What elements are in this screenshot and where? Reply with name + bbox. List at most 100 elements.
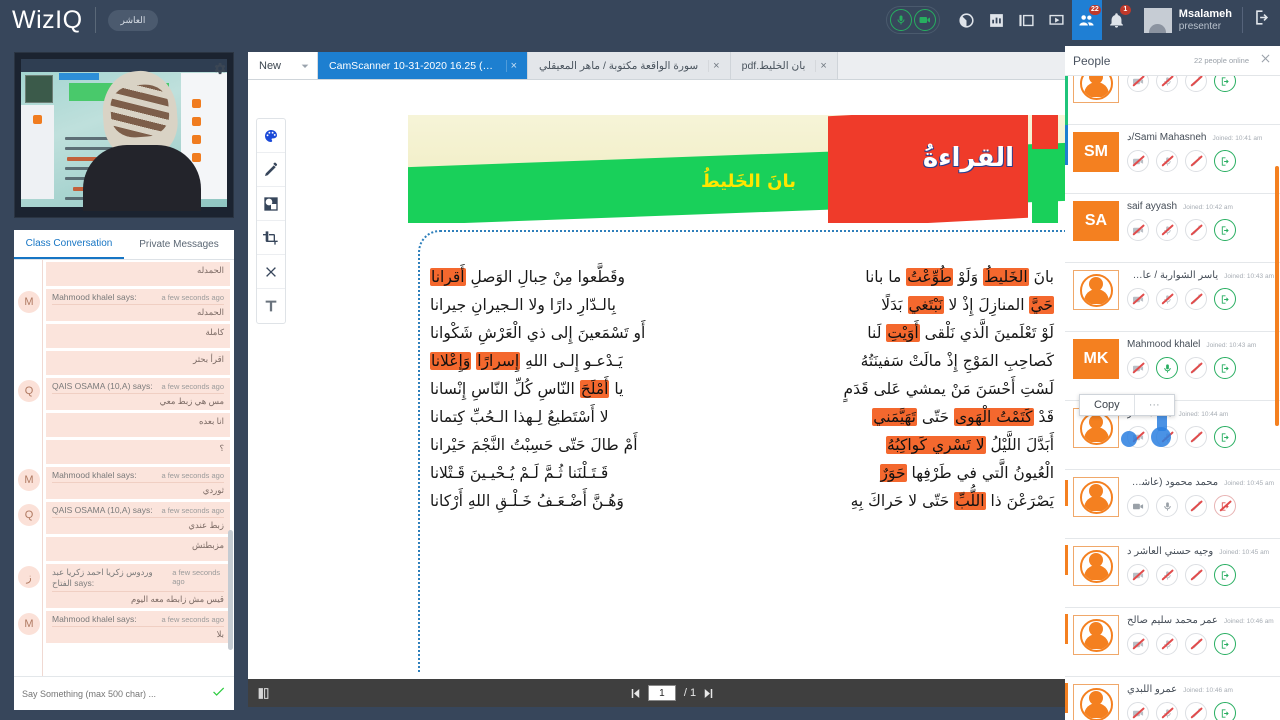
pencil-toggle-button[interactable] <box>1185 76 1207 92</box>
pen-tool-button[interactable] <box>257 153 285 187</box>
microphone-toggle-button[interactable] <box>1156 357 1178 379</box>
close-people-panel-button[interactable] <box>1259 52 1272 70</box>
exit-toggle-button[interactable] <box>1214 219 1236 241</box>
notifications-button[interactable]: 1 <box>1102 0 1132 40</box>
document-tab-2[interactable]: سورة الواقعة مكتوبة / ماهر المعيقلي × <box>528 52 731 79</box>
message-bubble: Mahmood khalel says: a few seconds ago الح… <box>46 289 230 321</box>
camera-toggle-button[interactable] <box>1127 357 1149 379</box>
camera-toggle-button[interactable] <box>1127 150 1149 172</box>
page-number-input[interactable] <box>647 685 676 701</box>
pencil-toggle-button[interactable] <box>1185 426 1207 448</box>
pencil-toggle-button[interactable] <box>1185 357 1207 379</box>
crop-tool-button[interactable] <box>257 221 285 255</box>
context-menu-copy[interactable]: Copy <box>1080 395 1134 415</box>
screen-share-button[interactable] <box>1042 0 1072 40</box>
document-tab-3[interactable]: بان الخليط.pdf × <box>730 52 838 79</box>
polls-button[interactable] <box>982 0 1012 40</box>
new-tab-dropdown[interactable] <box>292 52 319 79</box>
pencil-toggle-button[interactable] <box>1185 564 1207 586</box>
text-tool-button[interactable] <box>257 289 285 323</box>
participant-row[interactable]: MK Mahmood khalel Joined: 10:43 am Copy ··· <box>1065 332 1280 416</box>
logout-button[interactable] <box>1253 8 1272 32</box>
exit-toggle-button[interactable] <box>1214 357 1236 379</box>
exit-toggle-button[interactable] <box>1214 702 1236 720</box>
new-tab-button[interactable]: New <box>248 52 293 79</box>
participant-row[interactable]: عمرو اللبدي Joined: 10:46 am <box>1065 677 1280 720</box>
layout-button[interactable] <box>1012 0 1042 40</box>
exit-toggle-button[interactable] <box>1214 76 1236 92</box>
send-button[interactable] <box>211 684 226 704</box>
document-page[interactable]: القراءةُ بانَ الخَليطُ بانَ الخَليطُ وَل… <box>408 80 1066 679</box>
pencil-toggle-button[interactable] <box>1185 633 1207 655</box>
exit-icon <box>1221 156 1229 166</box>
pen-icon <box>265 162 278 176</box>
camera-toggle-button[interactable] <box>1127 564 1149 586</box>
camera-toggle-button[interactable] <box>1127 219 1149 241</box>
chat-scrollbar[interactable] <box>228 530 233 650</box>
user-profile[interactable]: Msalameh presenter <box>1143 7 1232 33</box>
microphone-toggle-button[interactable] <box>1156 76 1178 92</box>
verse-second-hemistich: وقَطَّعوا مِنْ حِبالِ الوَصلِ أَقرانا <box>430 268 626 286</box>
close-icon[interactable]: × <box>505 59 521 72</box>
participant-row[interactable] <box>1065 76 1280 140</box>
palette-tool-button[interactable] <box>257 119 285 153</box>
context-menu-more[interactable]: ··· <box>1133 395 1174 415</box>
participant-list[interactable]: SM Sami Mahasneh/د Joined: 10:41 am SA saif … <box>1065 76 1280 720</box>
timer-button[interactable] <box>952 0 982 40</box>
microphone-toggle-button[interactable] <box>1156 288 1178 310</box>
camera-toggle-button[interactable] <box>913 9 936 31</box>
camera-toggle-button[interactable] <box>1127 633 1149 655</box>
clear-tool-button[interactable] <box>257 255 285 289</box>
participant-row[interactable]: SM Sami Mahasneh/د Joined: 10:41 am <box>1065 125 1280 194</box>
pencil-toggle-button[interactable] <box>1185 702 1207 720</box>
microphone-toggle-button[interactable] <box>1156 633 1178 655</box>
microphone-toggle-button[interactable] <box>1156 495 1178 517</box>
microphone-toggle-button[interactable] <box>1156 564 1178 586</box>
people-button[interactable]: 22 <box>1071 0 1102 40</box>
camera-toggle-button[interactable] <box>1127 288 1149 310</box>
exit-toggle-button[interactable] <box>1214 633 1236 655</box>
thumbnail-toggle-button[interactable] <box>248 687 278 700</box>
tab-class-conversation[interactable]: Class Conversation <box>14 230 124 259</box>
close-icon[interactable]: × <box>708 59 723 72</box>
chat-message: ز وردوس زكريا احمد زكريا عبد الفتاح says:… <box>18 564 230 608</box>
document-tab-1[interactable]: CamScanner 10-31-2020 16.25 (1).pdf × <box>318 52 529 79</box>
exit-toggle-button[interactable] <box>1214 426 1236 448</box>
exit-toggle-button[interactable] <box>1214 564 1236 586</box>
gear-icon[interactable] <box>212 61 227 76</box>
first-page-icon[interactable] <box>631 688 640 699</box>
participant-row[interactable]: ياسر الشواربة / عاشر هـ Joined: 10:43 am <box>1065 263 1280 332</box>
microphone-toggle-button[interactable] <box>889 9 912 31</box>
camera-toggle-button[interactable] <box>1127 702 1149 720</box>
participant-row[interactable]: وجيه حسني العاشر د Joined: 10:45 am <box>1065 539 1280 608</box>
pencil-toggle-button[interactable] <box>1185 150 1207 172</box>
camera-toggle-button[interactable] <box>1127 495 1149 517</box>
chat-input[interactable] <box>22 688 211 699</box>
exit-toggle-button[interactable] <box>1214 495 1236 517</box>
participant-info: محمد ناصرJoined: 10:44 am <box>1127 408 1274 463</box>
people-scrollbar[interactable] <box>1275 166 1279 426</box>
pencil-toggle-button[interactable] <box>1185 219 1207 241</box>
microphone-toggle-button[interactable] <box>1156 150 1178 172</box>
pencil-toggle-button[interactable] <box>1185 495 1207 517</box>
context-menu[interactable]: Copy ··· <box>1079 394 1175 416</box>
participant-row[interactable]: SA saif ayyash Joined: 10:42 am <box>1065 194 1280 263</box>
exit-toggle-button[interactable] <box>1214 288 1236 310</box>
participant-joined-time: Joined: 10:44 am <box>1178 411 1229 418</box>
selection-handle[interactable] <box>1121 431 1137 447</box>
presenter-video[interactable] <box>14 52 234 218</box>
close-icon[interactable]: × <box>815 59 830 72</box>
participant-row[interactable]: محمد محمود (عاشر ب) Joined: 10:45 am <box>1065 470 1280 539</box>
participant-info: ياسر الشواربة / عاشر هـ Joined: 10:43 am <box>1127 270 1274 325</box>
microphone-toggle-button[interactable] <box>1156 219 1178 241</box>
microphone-toggle-button[interactable] <box>1156 702 1178 720</box>
participant-row[interactable]: عمر محمد سليم صالح Joined: 10:46 am <box>1065 608 1280 677</box>
camera-toggle-button[interactable] <box>1127 76 1149 92</box>
pencil-toggle-button[interactable] <box>1185 288 1207 310</box>
exit-toggle-button[interactable] <box>1214 150 1236 172</box>
last-page-icon[interactable] <box>704 688 713 699</box>
chat-message-list[interactable]: الحمدله M Mahmood khalel says: a few second… <box>14 260 234 676</box>
avatar-spacer <box>18 539 40 561</box>
shapes-tool-button[interactable] <box>257 187 285 221</box>
tab-private-messages[interactable]: Private Messages <box>124 230 234 259</box>
